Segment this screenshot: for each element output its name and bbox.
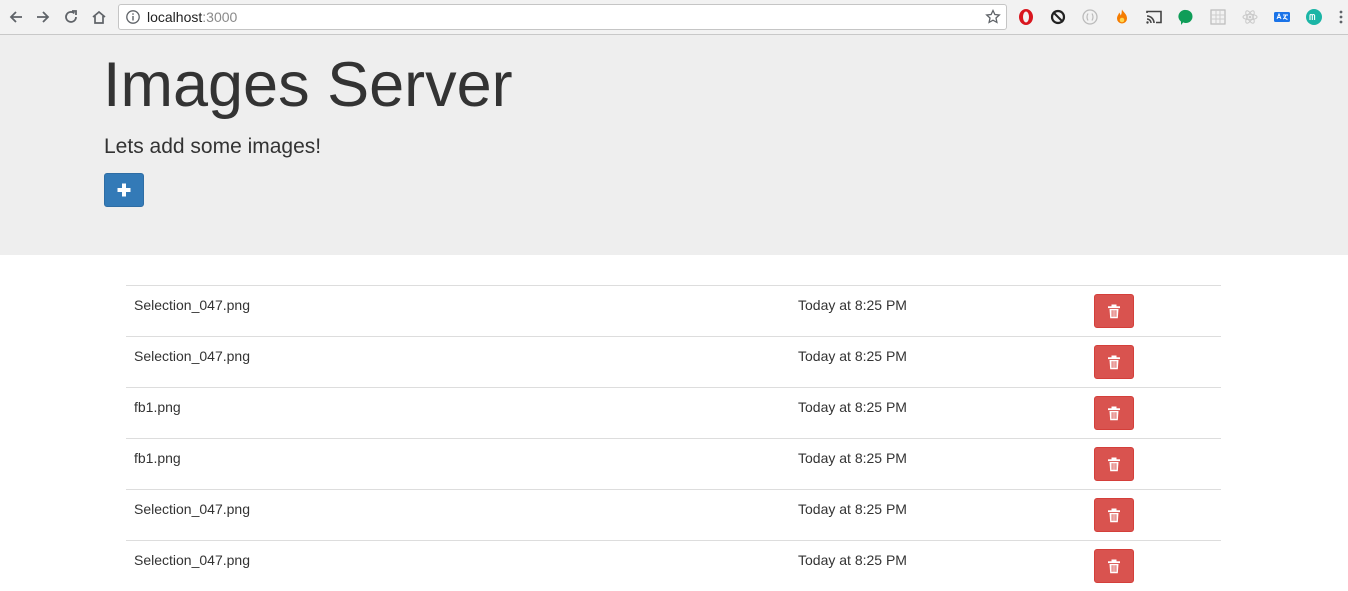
bookmark-star-icon[interactable] (984, 8, 1002, 26)
m-ext-icon[interactable] (1305, 8, 1323, 26)
delete-button[interactable] (1094, 396, 1134, 430)
file-name: Selection_047.png (134, 501, 250, 517)
green-chat-icon[interactable] (1177, 8, 1195, 26)
home-icon[interactable] (88, 6, 110, 28)
sync-icon[interactable] (1049, 8, 1067, 26)
file-name: fb1.png (134, 399, 181, 415)
trash-icon (1108, 457, 1120, 471)
trash-icon (1108, 559, 1120, 573)
file-date: Today at 8:25 PM (798, 450, 907, 466)
jumbotron: Images Server Lets add some images! (0, 35, 1348, 255)
trash-icon (1108, 304, 1120, 318)
opera-icon[interactable] (1017, 8, 1035, 26)
trash-icon (1108, 406, 1120, 420)
files-table: Selection_047.png Today at 8:25 PM Selec… (126, 285, 1221, 591)
file-date: Today at 8:25 PM (798, 348, 907, 364)
browser-toolbar: localhost:3000 (0, 0, 1348, 35)
table-row: fb1.png Today at 8:25 PM (126, 387, 1221, 438)
reload-icon[interactable] (60, 6, 82, 28)
trash-icon (1108, 508, 1120, 522)
forward-icon[interactable] (32, 6, 54, 28)
delete-button[interactable] (1094, 498, 1134, 532)
url-port: :3000 (202, 9, 238, 25)
back-icon[interactable] (5, 6, 27, 28)
delete-button[interactable] (1094, 294, 1134, 328)
file-date: Today at 8:25 PM (798, 399, 907, 415)
delete-button[interactable] (1094, 345, 1134, 379)
react-icon[interactable] (1241, 8, 1259, 26)
trash-icon (1108, 355, 1120, 369)
info-icon[interactable] (125, 9, 141, 25)
table-row: Selection_047.png Today at 8:25 PM (126, 489, 1221, 540)
file-name: Selection_047.png (134, 348, 250, 364)
file-name: Selection_047.png (134, 297, 250, 313)
grid-ext-icon[interactable] (1209, 8, 1227, 26)
circle-ext-icon[interactable] (1081, 8, 1099, 26)
file-date: Today at 8:25 PM (798, 552, 907, 568)
address-bar[interactable]: localhost:3000 (118, 4, 1007, 30)
menu-icon[interactable] (1336, 8, 1346, 26)
add-image-button[interactable] (104, 173, 144, 207)
file-date: Today at 8:25 PM (798, 501, 907, 517)
file-name: fb1.png (134, 450, 181, 466)
page-subtitle: Lets add some images! (104, 135, 322, 158)
page-title: Images Server (103, 50, 513, 120)
file-name: Selection_047.png (134, 552, 250, 568)
table-row: fb1.png Today at 8:25 PM (126, 438, 1221, 489)
url-host: localhost (147, 9, 203, 25)
fire-ext-icon[interactable] (1113, 8, 1131, 26)
delete-button[interactable] (1094, 549, 1134, 583)
plus-icon (117, 183, 131, 197)
cast-icon[interactable] (1145, 8, 1163, 26)
table-row: Selection_047.png Today at 8:25 PM (126, 285, 1221, 336)
translate-icon[interactable] (1273, 8, 1291, 26)
url-text: localhost:3000 (147, 9, 237, 26)
file-date: Today at 8:25 PM (798, 297, 907, 313)
delete-button[interactable] (1094, 447, 1134, 481)
table-row: Selection_047.png Today at 8:25 PM (126, 336, 1221, 387)
table-row: Selection_047.png Today at 8:25 PM (126, 540, 1221, 591)
